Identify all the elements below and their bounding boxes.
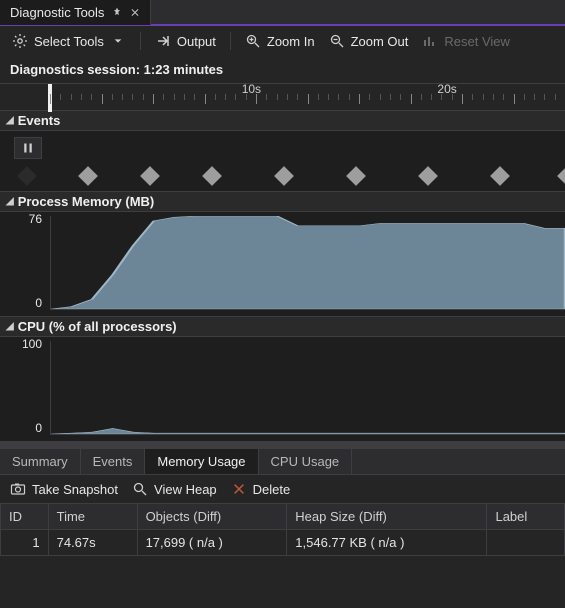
tab-summary[interactable]: Summary bbox=[0, 449, 81, 474]
tab-memory-usage[interactable]: Memory Usage bbox=[145, 449, 258, 474]
table-cell bbox=[487, 530, 565, 556]
event-marker[interactable] bbox=[17, 166, 37, 186]
event-marker[interactable] bbox=[274, 166, 294, 186]
column-header[interactable]: ID bbox=[1, 504, 49, 530]
table-cell: 74.67s bbox=[48, 530, 137, 556]
zoom-in-label: Zoom In bbox=[267, 34, 315, 49]
memory-panel-header[interactable]: ◢ Process Memory (MB) bbox=[0, 192, 565, 212]
event-marker[interactable] bbox=[557, 166, 565, 186]
cpu-ymax-label: 100 bbox=[22, 337, 42, 351]
select-tools-button[interactable]: Select Tools bbox=[8, 31, 130, 51]
zoom-in-icon bbox=[245, 33, 261, 49]
cpu-ymin-label: 0 bbox=[35, 421, 42, 435]
timeline-tick-label: 20s bbox=[437, 82, 456, 96]
events-panel-header[interactable]: ◢ Events bbox=[0, 111, 565, 131]
event-marker[interactable] bbox=[78, 166, 98, 186]
take-snapshot-button[interactable]: Take Snapshot bbox=[10, 481, 118, 497]
zoom-out-icon bbox=[329, 33, 345, 49]
events-panel-body bbox=[0, 131, 565, 191]
column-header[interactable]: Objects (Diff) bbox=[137, 504, 287, 530]
column-header[interactable]: Label bbox=[487, 504, 565, 530]
events-panel-title: Events bbox=[18, 113, 61, 128]
memory-panel: ◢ Process Memory (MB) 76 0 bbox=[0, 192, 565, 317]
memory-ymax-label: 76 bbox=[29, 212, 42, 226]
tab-events[interactable]: Events bbox=[81, 449, 146, 474]
collapse-triangle-icon: ◢ bbox=[6, 115, 14, 126]
close-icon[interactable] bbox=[130, 7, 140, 17]
table-header-row: IDTimeObjects (Diff)Heap Size (Diff)Labe… bbox=[1, 504, 565, 530]
table-cell: 1,546.77 KB ( n/a ) bbox=[287, 530, 487, 556]
event-markers-row bbox=[50, 167, 565, 189]
take-snapshot-label: Take Snapshot bbox=[32, 482, 118, 497]
event-marker[interactable] bbox=[346, 166, 366, 186]
toolbar-separator bbox=[230, 32, 231, 50]
event-marker[interactable] bbox=[140, 166, 160, 186]
view-heap-button[interactable]: View Heap bbox=[132, 481, 217, 497]
toolbar-separator bbox=[140, 32, 141, 50]
cpu-plot[interactable] bbox=[50, 341, 565, 435]
tab-cpu-usage[interactable]: CPU Usage bbox=[259, 449, 353, 474]
pin-icon[interactable] bbox=[112, 7, 122, 17]
memory-panel-body: 76 0 bbox=[0, 212, 565, 316]
chevron-down-icon bbox=[110, 33, 126, 49]
event-marker[interactable] bbox=[490, 166, 510, 186]
pause-button[interactable] bbox=[14, 137, 42, 159]
search-icon bbox=[132, 481, 148, 497]
window-tabbar: Diagnostic Tools bbox=[0, 0, 565, 26]
output-icon bbox=[155, 33, 171, 49]
cpu-panel-title: CPU (% of all processors) bbox=[18, 319, 177, 334]
memory-panel-title: Process Memory (MB) bbox=[18, 194, 155, 209]
main-toolbar: Select Tools Output Zoom In Zoom Out bbox=[0, 26, 565, 56]
delete-icon bbox=[231, 481, 247, 497]
cpu-panel-header[interactable]: ◢ CPU (% of all processors) bbox=[0, 317, 565, 337]
zoom-out-label: Zoom Out bbox=[351, 34, 409, 49]
collapse-triangle-icon: ◢ bbox=[6, 321, 14, 332]
gear-icon bbox=[12, 33, 28, 49]
timeline-ticks: 10s20s bbox=[50, 94, 565, 112]
memory-yaxis: 76 0 bbox=[0, 212, 46, 310]
reset-view-label: Reset View bbox=[444, 34, 510, 49]
collapse-triangle-icon: ◢ bbox=[6, 196, 14, 207]
camera-icon bbox=[10, 481, 26, 497]
session-label: Diagnostics session: 1:23 minutes bbox=[0, 56, 565, 83]
timeline-tick-label: 10s bbox=[242, 82, 261, 96]
diagnostic-tools-window: Diagnostic Tools Select Tools Output bbox=[0, 0, 565, 608]
cpu-panel-body: 100 0 bbox=[0, 337, 565, 441]
memory-plot[interactable] bbox=[50, 216, 565, 310]
select-tools-label: Select Tools bbox=[34, 34, 104, 49]
cpu-yaxis: 100 0 bbox=[0, 337, 46, 435]
output-button[interactable]: Output bbox=[151, 31, 220, 51]
reset-view-icon bbox=[422, 33, 438, 49]
column-header[interactable]: Time bbox=[48, 504, 137, 530]
output-label: Output bbox=[177, 34, 216, 49]
table-cell: 17,699 ( n/a ) bbox=[137, 530, 287, 556]
zoom-in-button[interactable]: Zoom In bbox=[241, 31, 319, 51]
reset-view-button[interactable]: Reset View bbox=[418, 31, 514, 51]
table-cell: 1 bbox=[1, 530, 49, 556]
detail-tabs: SummaryEventsMemory UsageCPU Usage bbox=[0, 448, 565, 475]
column-header[interactable]: Heap Size (Diff) bbox=[287, 504, 487, 530]
snapshot-toolbar: Take Snapshot View Heap Delete bbox=[0, 475, 565, 503]
window-tab-label: Diagnostic Tools bbox=[10, 5, 104, 20]
delete-label: Delete bbox=[253, 482, 291, 497]
events-panel: ◢ Events bbox=[0, 111, 565, 192]
snapshot-table: IDTimeObjects (Diff)Heap Size (Diff)Labe… bbox=[0, 503, 565, 556]
memory-ymin-label: 0 bbox=[35, 296, 42, 310]
cpu-panel: ◢ CPU (% of all processors) 100 0 bbox=[0, 317, 565, 442]
event-marker[interactable] bbox=[418, 166, 438, 186]
event-marker[interactable] bbox=[202, 166, 222, 186]
window-tab-diagnostic-tools[interactable]: Diagnostic Tools bbox=[0, 0, 151, 25]
zoom-out-button[interactable]: Zoom Out bbox=[325, 31, 413, 51]
delete-button[interactable]: Delete bbox=[231, 481, 291, 497]
table-row[interactable]: 174.67s17,699 ( n/a )1,546.77 KB ( n/a ) bbox=[1, 530, 565, 556]
timeline-ruler[interactable]: 10s 20s bbox=[0, 83, 565, 111]
view-heap-label: View Heap bbox=[154, 482, 217, 497]
